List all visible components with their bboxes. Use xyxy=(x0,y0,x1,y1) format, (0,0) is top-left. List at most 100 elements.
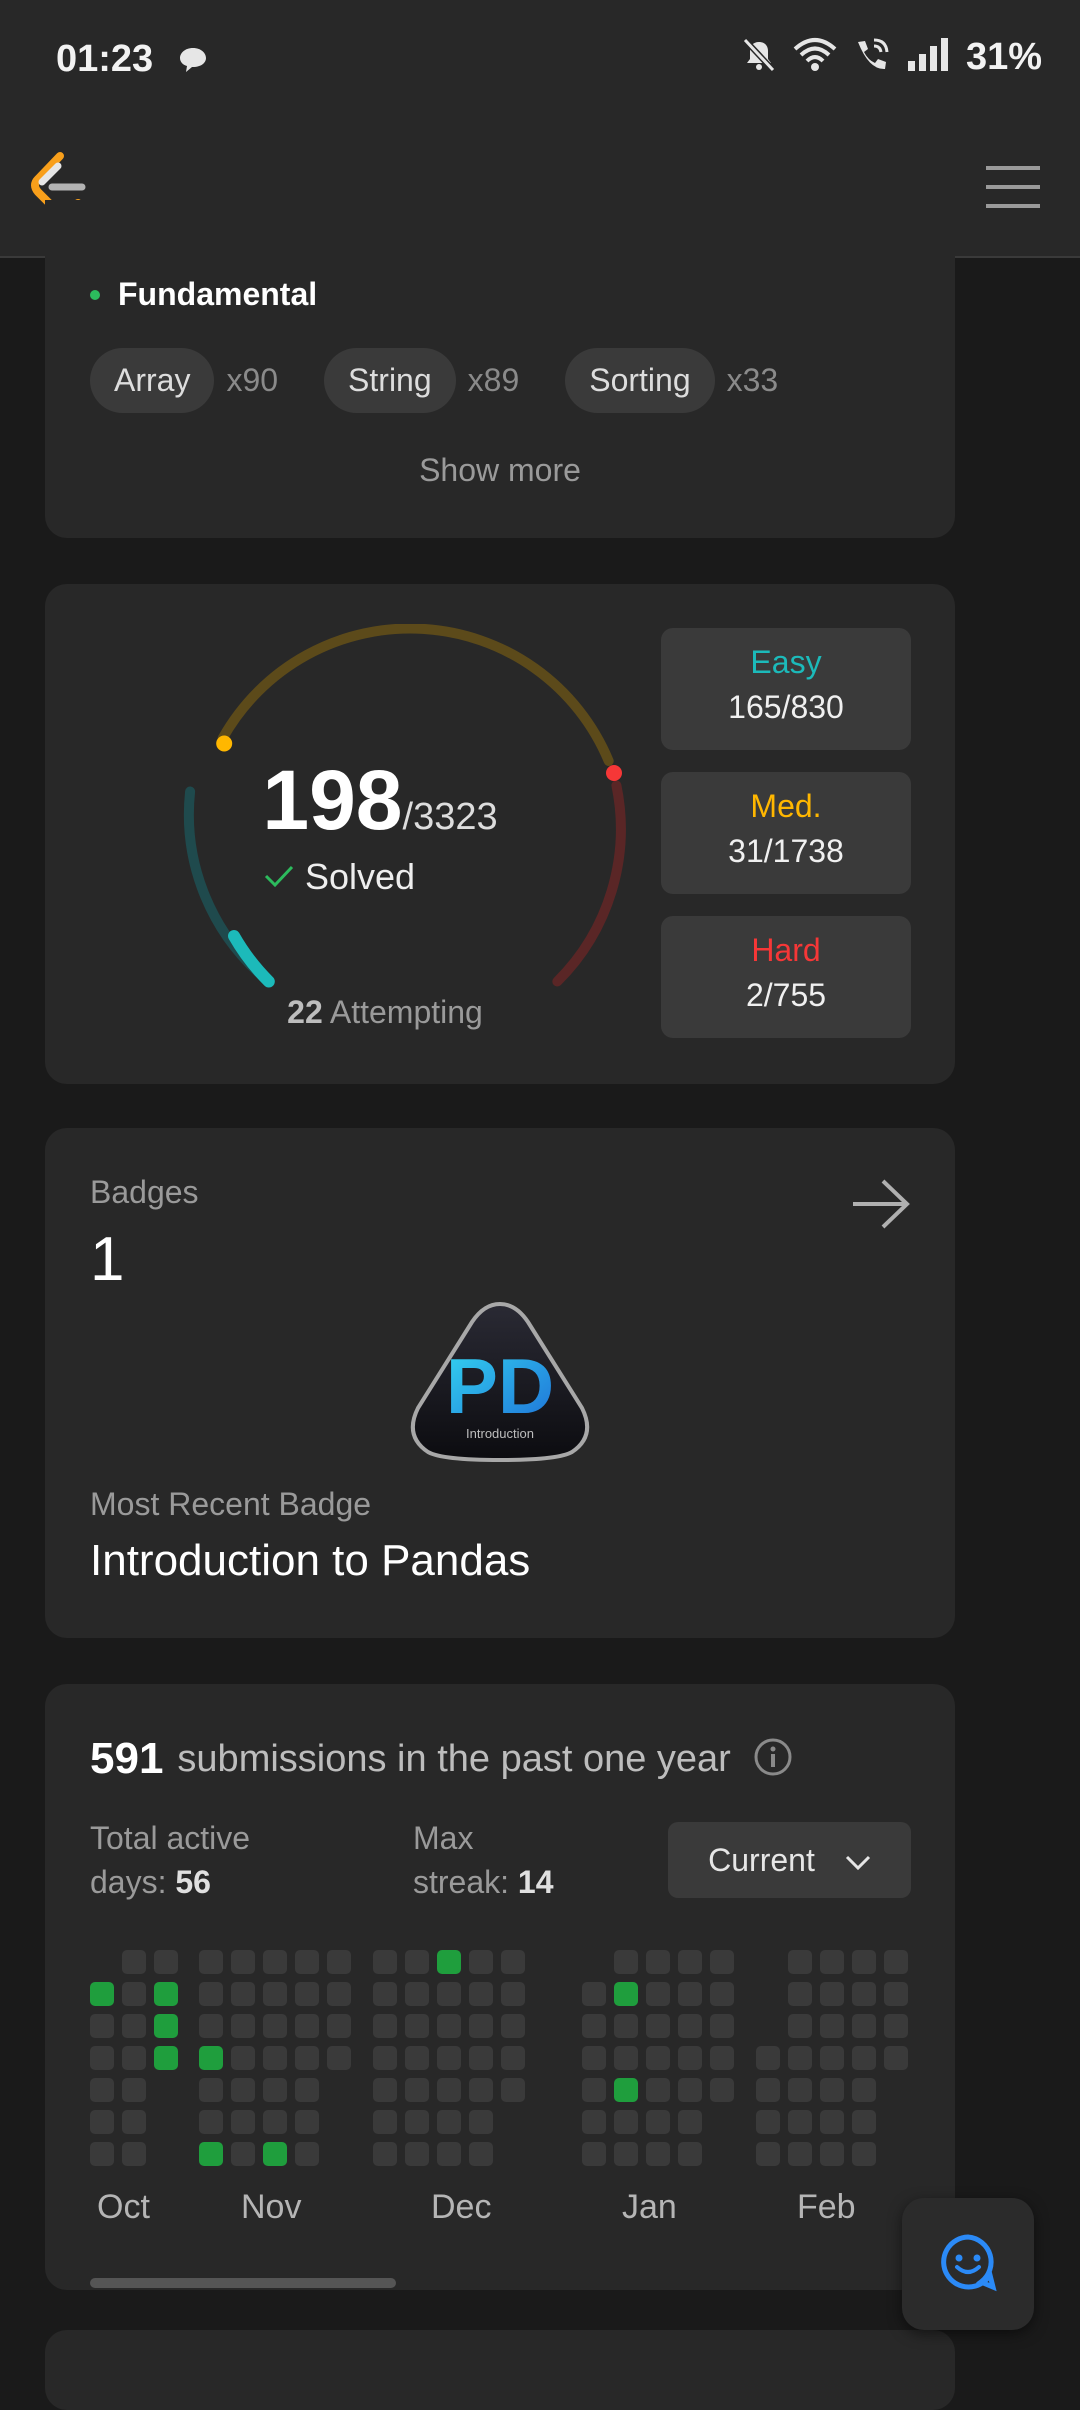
heatmap-scrollbar[interactable] xyxy=(90,2278,396,2288)
heatmap-day[interactable] xyxy=(437,2078,461,2102)
heatmap-day[interactable] xyxy=(852,2142,876,2166)
heatmap-day[interactable] xyxy=(614,2014,638,2038)
pandas-badge-icon[interactable]: PD Introduction xyxy=(400,1296,600,1466)
heatmap-day[interactable] xyxy=(614,2142,638,2166)
show-more-button[interactable]: Show more xyxy=(45,452,955,489)
heatmap-day[interactable] xyxy=(582,2110,606,2134)
heatmap-day[interactable] xyxy=(373,2110,397,2134)
heatmap-day[interactable] xyxy=(678,1950,702,1974)
heatmap-day[interactable] xyxy=(122,2046,146,2070)
heatmap-day[interactable] xyxy=(199,2014,223,2038)
heatmap-day[interactable] xyxy=(582,2014,606,2038)
heatmap-day-active[interactable] xyxy=(199,2142,223,2166)
heatmap-day[interactable] xyxy=(820,2014,844,2038)
heatmap-day[interactable] xyxy=(646,1950,670,1974)
heatmap-day[interactable] xyxy=(90,2078,114,2102)
heatmap-day[interactable] xyxy=(295,1982,319,2006)
heatmap-day[interactable] xyxy=(405,2078,429,2102)
heatmap-day[interactable] xyxy=(582,2078,606,2102)
heatmap-day[interactable] xyxy=(199,1950,223,1974)
heatmap-day[interactable] xyxy=(646,2046,670,2070)
heatmap-day[interactable] xyxy=(469,1950,493,1974)
heatmap-day-active[interactable] xyxy=(614,2078,638,2102)
heatmap-day[interactable] xyxy=(231,2110,255,2134)
heatmap-day[interactable] xyxy=(469,1982,493,2006)
heatmap-day[interactable] xyxy=(295,1950,319,1974)
heatmap-day-active[interactable] xyxy=(154,2046,178,2070)
heatmap-day[interactable] xyxy=(405,1982,429,2006)
heatmap-day[interactable] xyxy=(469,2110,493,2134)
heatmap-day[interactable] xyxy=(820,2046,844,2070)
chat-button[interactable] xyxy=(902,2198,1034,2330)
heatmap-day[interactable] xyxy=(756,2110,780,2134)
heatmap-day[interactable] xyxy=(469,2014,493,2038)
heatmap-day[interactable] xyxy=(122,2110,146,2134)
heatmap-day[interactable] xyxy=(678,2014,702,2038)
heatmap-day[interactable] xyxy=(295,2046,319,2070)
heatmap-day[interactable] xyxy=(788,2046,812,2070)
heatmap-day[interactable] xyxy=(437,2014,461,2038)
heatmap-day-active[interactable] xyxy=(154,1982,178,2006)
heatmap-day[interactable] xyxy=(852,2046,876,2070)
heatmap-day[interactable] xyxy=(199,2078,223,2102)
heatmap-day-active[interactable] xyxy=(199,2046,223,2070)
heatmap-day[interactable] xyxy=(154,1950,178,1974)
heatmap-day[interactable] xyxy=(373,2014,397,2038)
heatmap-day[interactable] xyxy=(788,1982,812,2006)
heatmap-day[interactable] xyxy=(373,2078,397,2102)
heatmap-day[interactable] xyxy=(852,1982,876,2006)
heatmap-day[interactable] xyxy=(852,2078,876,2102)
heatmap-day[interactable] xyxy=(327,2014,351,2038)
heatmap-day[interactable] xyxy=(231,1982,255,2006)
heatmap-day[interactable] xyxy=(405,1950,429,1974)
heatmap-day[interactable] xyxy=(501,1950,525,1974)
heatmap-day[interactable] xyxy=(501,2046,525,2070)
heatmap-day[interactable] xyxy=(710,2078,734,2102)
heatmap-day[interactable] xyxy=(122,2014,146,2038)
heatmap-day[interactable] xyxy=(295,2142,319,2166)
heatmap-day[interactable] xyxy=(646,1982,670,2006)
heatmap-day[interactable] xyxy=(614,2110,638,2134)
arrow-right-icon[interactable] xyxy=(851,1178,911,1235)
heatmap-day[interactable] xyxy=(820,1982,844,2006)
heatmap-day[interactable] xyxy=(295,2110,319,2134)
heatmap-day[interactable] xyxy=(405,2110,429,2134)
heatmap-day[interactable] xyxy=(122,1982,146,2006)
heatmap-day[interactable] xyxy=(788,2110,812,2134)
heatmap-day[interactable] xyxy=(710,2014,734,2038)
heatmap-day[interactable] xyxy=(820,2078,844,2102)
heatmap-day[interactable] xyxy=(501,1982,525,2006)
heatmap-day[interactable] xyxy=(231,2078,255,2102)
heatmap-day[interactable] xyxy=(122,2078,146,2102)
heatmap-day[interactable] xyxy=(582,2046,606,2070)
heatmap-day[interactable] xyxy=(820,2142,844,2166)
heatmap-day-active[interactable] xyxy=(90,1982,114,2006)
heatmap-day[interactable] xyxy=(373,2046,397,2070)
heatmap-day[interactable] xyxy=(884,2046,908,2070)
heatmap-day[interactable] xyxy=(678,1982,702,2006)
heatmap-day[interactable] xyxy=(437,2110,461,2134)
heatmap-day[interactable] xyxy=(852,1950,876,1974)
heatmap-day[interactable] xyxy=(263,1950,287,1974)
heatmap-day[interactable] xyxy=(263,1982,287,2006)
heatmap-day[interactable] xyxy=(756,2078,780,2102)
heatmap-day[interactable] xyxy=(231,1950,255,1974)
heatmap-day[interactable] xyxy=(788,2078,812,2102)
heatmap-day[interactable] xyxy=(405,2142,429,2166)
skill-tag-name[interactable]: String xyxy=(324,348,456,413)
heatmap-day[interactable] xyxy=(646,2142,670,2166)
skill-tag-name[interactable]: Sorting xyxy=(565,348,715,413)
heatmap-day[interactable] xyxy=(678,2046,702,2070)
heatmap-day[interactable] xyxy=(469,2142,493,2166)
heatmap-day[interactable] xyxy=(90,2046,114,2070)
heatmap-day[interactable] xyxy=(710,1950,734,1974)
heatmap-day[interactable] xyxy=(231,2046,255,2070)
heatmap-day[interactable] xyxy=(327,1982,351,2006)
heatmap-day[interactable] xyxy=(437,2142,461,2166)
heatmap-day[interactable] xyxy=(90,2142,114,2166)
heatmap-day[interactable] xyxy=(199,1982,223,2006)
heatmap-day[interactable] xyxy=(373,1950,397,1974)
heatmap-day[interactable] xyxy=(373,1982,397,2006)
heatmap-day[interactable] xyxy=(263,2078,287,2102)
heatmap-day[interactable] xyxy=(469,2046,493,2070)
